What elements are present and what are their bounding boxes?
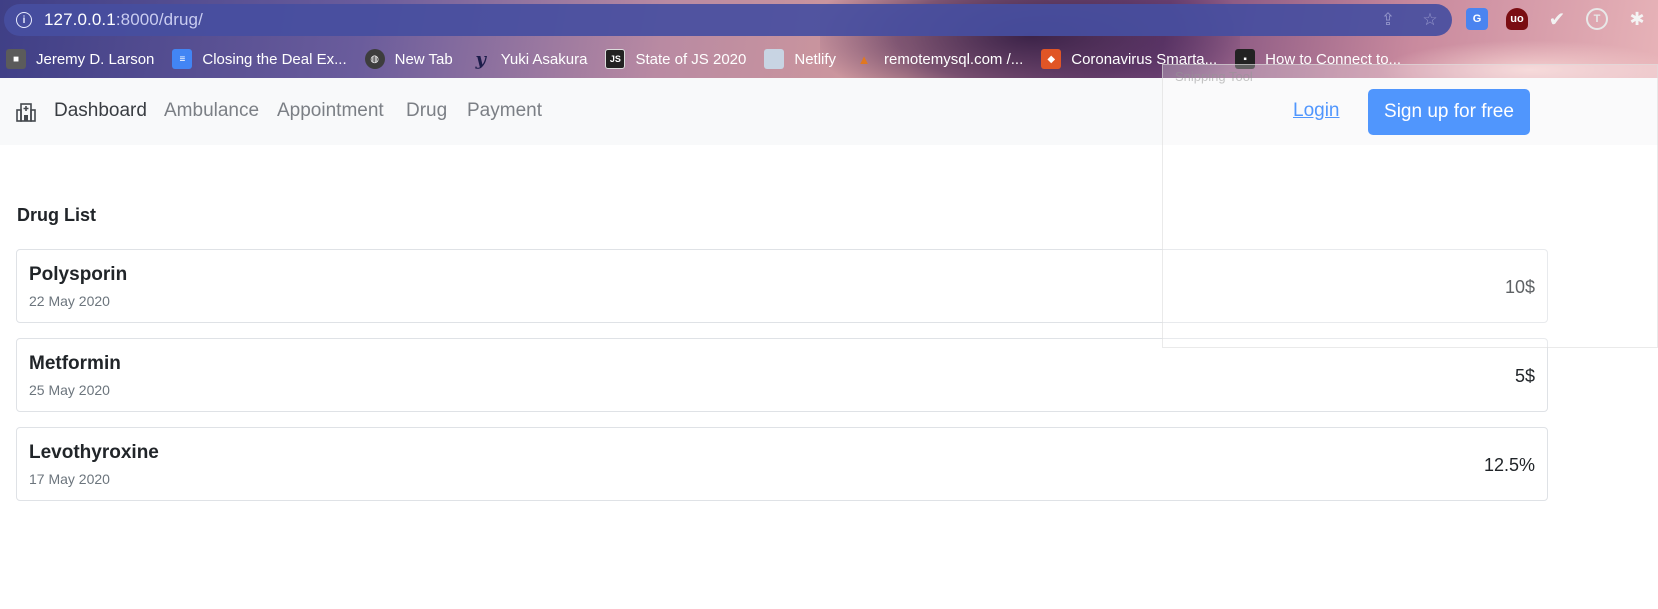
hospital-icon[interactable] — [16, 102, 36, 122]
coronavirus-icon: ◆ — [1041, 49, 1062, 69]
drug-date: 17 May 2020 — [29, 471, 110, 487]
snipping-tool-overlay: Snipping Tool — [1162, 64, 1658, 348]
address-bar[interactable]: i 127.0.0.1:8000/drug/ ⇪ ☆ — [4, 4, 1452, 36]
bookmark-item[interactable]: ◍ New Tab — [364, 49, 453, 69]
drug-name: Metformin — [29, 353, 121, 374]
phpmyadmin-icon: ▲ — [857, 51, 871, 67]
bookmark-label: New Tab — [394, 50, 453, 68]
nav-appointment[interactable]: Appointment — [277, 100, 384, 122]
site-info-icon[interactable]: i — [16, 12, 32, 28]
bookmark-item[interactable]: ▲ remotemysql.com /... — [854, 49, 1024, 69]
cube-icon: ■ — [6, 49, 26, 69]
drug-price: 12.5% — [1483, 455, 1535, 475]
omnibox-actions: ⇪ ☆ — [1378, 10, 1440, 30]
share-icon[interactable]: ⇪ — [1378, 10, 1398, 30]
bookmark-item[interactable]: ≡ Closing the Deal Ex... — [172, 49, 347, 69]
bookmark-item[interactable]: Netlify — [764, 49, 836, 69]
snipping-tool-label: Snipping Tool — [1175, 69, 1253, 84]
nav-drug[interactable]: Drug — [406, 100, 447, 122]
bookmark-label: Closing the Deal Ex... — [202, 50, 347, 68]
bookmark-label: Jeremy D. Larson — [36, 50, 155, 68]
ublock-icon[interactable]: uo — [1506, 8, 1528, 30]
bookmark-label: Yuki Asakura — [500, 50, 588, 68]
drug-name: Levothyroxine — [29, 442, 159, 463]
nav-dashboard[interactable]: Dashboard — [54, 100, 147, 122]
list-item[interactable]: Metformin 25 May 2020 5$ — [16, 338, 1548, 412]
drug-date: 25 May 2020 — [29, 382, 110, 398]
address-bar-url[interactable]: 127.0.0.1:8000/drug/ — [44, 10, 203, 30]
bookmark-label: State of JS 2020 — [635, 50, 747, 68]
bookmark-item[interactable]: JS State of JS 2020 — [605, 49, 746, 69]
netlify-icon — [764, 49, 785, 69]
nav-ambulance[interactable]: Ambulance — [164, 100, 259, 122]
bookmark-item[interactable]: y Yuki Asakura — [471, 48, 588, 70]
url-path: :8000/drug/ — [115, 10, 203, 29]
bookmark-item[interactable]: ■ Jeremy D. Larson — [6, 49, 154, 69]
checkmark-extension-icon[interactable]: ✔ — [1546, 8, 1568, 31]
bookmark-star-icon[interactable]: ☆ — [1420, 10, 1440, 30]
js-icon: JS — [605, 49, 626, 69]
drug-date: 22 May 2020 — [29, 293, 110, 309]
nav-payment[interactable]: Payment — [467, 100, 542, 122]
globe-icon: ◍ — [364, 49, 385, 69]
url-host: 127.0.0.1 — [44, 10, 116, 29]
y-logo-icon: y — [475, 48, 486, 70]
extensions-bar: G uo ✔ T ✱ — [1466, 8, 1648, 31]
bookmark-label: remotemysql.com /... — [884, 50, 1024, 68]
bookmark-label: Netlify — [794, 50, 837, 68]
extensions-puzzle-icon[interactable]: ✱ — [1626, 8, 1648, 30]
google-translate-icon[interactable]: G — [1466, 8, 1488, 30]
page-title: Drug List — [17, 205, 96, 225]
tampermonkey-icon[interactable]: T — [1586, 8, 1608, 30]
drug-name: Polysporin — [29, 264, 128, 285]
list-item[interactable]: Levothyroxine 17 May 2020 12.5% — [16, 427, 1548, 501]
google-docs-icon: ≡ — [172, 49, 193, 69]
drug-price: 5$ — [1514, 366, 1535, 386]
